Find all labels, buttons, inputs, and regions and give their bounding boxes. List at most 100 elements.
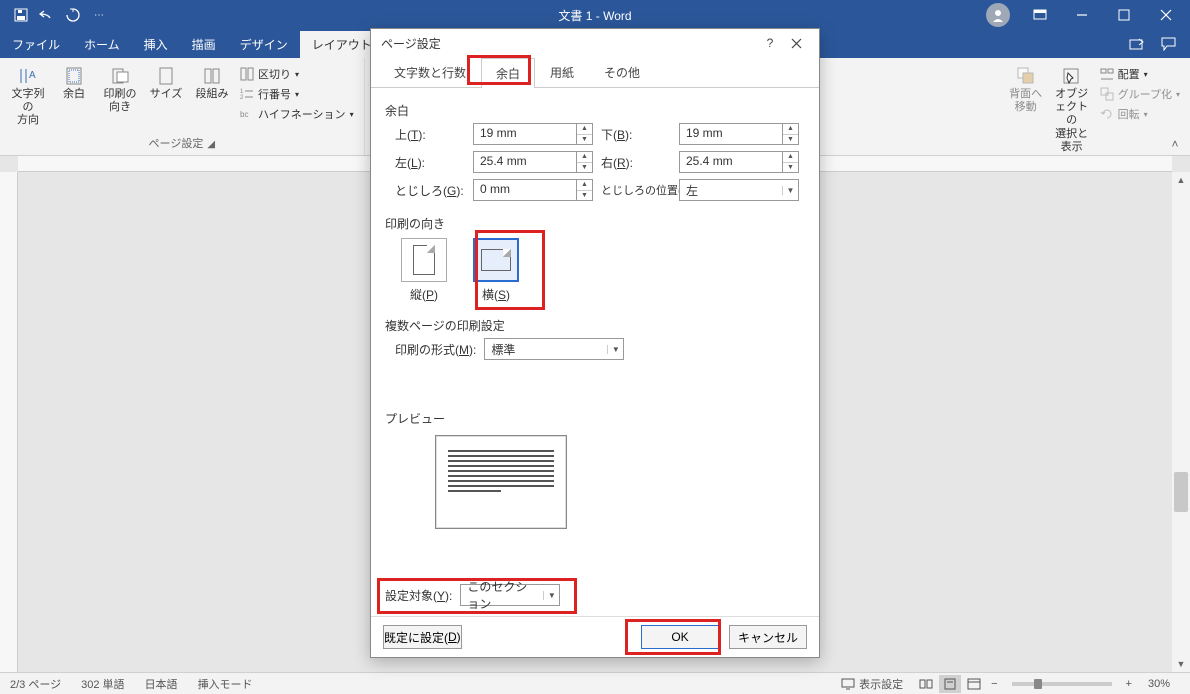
page-setup-group-label: ページ設定 [149, 138, 204, 150]
status-language[interactable]: 日本語 [135, 676, 188, 692]
spin-down-icon[interactable]: ▼ [577, 163, 592, 173]
margin-top-field[interactable]: 19 mm▲▼ [473, 123, 593, 145]
zoom-level[interactable]: 30% [1138, 678, 1180, 690]
dialog-title-bar: ページ設定 ? [371, 29, 819, 57]
status-insert-mode[interactable]: 挿入モード [188, 676, 263, 692]
tab-design[interactable]: デザイン [228, 31, 300, 58]
ribbon-display-options-icon[interactable] [1020, 1, 1060, 29]
rotate-button[interactable]: 回転▾ [1096, 105, 1184, 123]
margin-left-label: 左(L): [395, 154, 465, 171]
ok-button[interactable]: OK [641, 625, 719, 649]
comments-icon[interactable] [1156, 31, 1182, 57]
margin-bottom-label: 下(B): [601, 126, 671, 143]
dialog-tab-margins[interactable]: 余白 [481, 58, 535, 88]
redo-icon[interactable] [60, 2, 86, 28]
chevron-down-icon[interactable]: ▼ [607, 345, 623, 354]
size-button[interactable]: サイズ [144, 62, 188, 103]
multipage-label: 印刷の形式(M): [395, 341, 476, 358]
scroll-up-icon[interactable]: ▲ [1172, 172, 1190, 188]
spin-down-icon[interactable]: ▼ [783, 163, 798, 173]
orientation-landscape-label: 横(S) [482, 286, 510, 303]
tab-draw[interactable]: 描画 [180, 31, 228, 58]
tab-home[interactable]: ホーム [72, 31, 132, 58]
margin-bottom-field[interactable]: 19 mm▲▼ [679, 123, 799, 145]
zoom-in-button[interactable]: + [1122, 678, 1136, 690]
spin-up-icon[interactable]: ▲ [577, 124, 592, 135]
scroll-thumb[interactable] [1174, 472, 1188, 512]
display-settings-button[interactable]: 表示設定 [831, 676, 913, 692]
chevron-down-icon[interactable]: ▼ [782, 186, 798, 195]
margin-right-label: 右(R): [601, 154, 671, 171]
status-word-count[interactable]: 302 単語 [71, 676, 134, 692]
maximize-button[interactable] [1104, 1, 1144, 29]
dialog-help-button[interactable]: ? [757, 31, 783, 55]
collapse-ribbon-icon[interactable]: ˄ [1166, 135, 1184, 153]
svg-text:A: A [29, 70, 36, 81]
spin-up-icon[interactable]: ▲ [577, 152, 592, 163]
multipage-section-label: 複数ページの印刷設定 [385, 317, 805, 334]
margin-top-label: 上(T): [395, 126, 465, 143]
undo-icon[interactable] [34, 2, 60, 28]
status-page[interactable]: 2/3 ページ [0, 676, 71, 692]
view-read-mode-icon[interactable] [915, 675, 937, 693]
view-web-layout-icon[interactable] [963, 675, 985, 693]
spin-up-icon[interactable]: ▲ [783, 152, 798, 163]
orientation-button[interactable]: 印刷の向き [98, 62, 142, 116]
dialog-body: 余白 上(T): 19 mm▲▼ 下(B): 19 mm▲▼ 左(L): 25.… [371, 88, 819, 616]
minimize-button[interactable] [1062, 1, 1102, 29]
line-numbers-button[interactable]: 12行番号▾ [236, 85, 358, 103]
hyphenation-button[interactable]: bcハイフネーション▾ [236, 105, 358, 123]
quick-access-toolbar: ⋯ [0, 2, 112, 28]
orientation-portrait-button[interactable]: 縦(P) [399, 236, 449, 305]
preview-thumbnail [435, 435, 567, 529]
spin-down-icon[interactable]: ▼ [577, 191, 592, 201]
vertical-scrollbar[interactable]: ▲ ▼ [1172, 172, 1190, 672]
zoom-slider[interactable] [1012, 682, 1112, 686]
selection-pane-button[interactable]: オブジェクトの選択と表示 [1050, 62, 1094, 156]
tab-insert[interactable]: 挿入 [132, 31, 180, 58]
margins-button[interactable]: 余白 [52, 62, 96, 103]
orientation-landscape-button[interactable]: 横(S) [471, 236, 521, 305]
dialog-close-button[interactable] [783, 31, 809, 55]
share-icon[interactable] [1124, 31, 1150, 57]
vertical-ruler[interactable] [0, 172, 18, 672]
spin-up-icon[interactable]: ▲ [783, 124, 798, 135]
close-button[interactable] [1146, 1, 1186, 29]
margin-left-field[interactable]: 25.4 mm▲▼ [473, 151, 593, 173]
dialog-tab-other[interactable]: その他 [589, 57, 655, 87]
spin-down-icon[interactable]: ▼ [783, 135, 798, 145]
page-setup-dialog: ページ設定 ? 文字数と行数 余白 用紙 その他 余白 上(T): 19 mm▲… [370, 28, 820, 658]
cancel-button[interactable]: キャンセル [729, 625, 807, 649]
text-direction-button[interactable]: A 文字列の方向 [6, 62, 50, 130]
page-setup-launcher-icon[interactable]: ◢ [207, 139, 215, 150]
tab-file[interactable]: ファイル [0, 31, 72, 58]
multipage-combo[interactable]: 標準▼ [484, 338, 624, 360]
apply-to-combo[interactable]: このセクション▼ [460, 584, 560, 606]
ribbon-group-page-setup: A 文字列の方向 余白 印刷の向き サイズ 段組み 区切り▾ 12行番号▾ [0, 58, 365, 155]
margins-section-label: 余白 [385, 102, 805, 119]
dialog-tab-chars[interactable]: 文字数と行数 [379, 57, 481, 87]
spin-up-icon[interactable]: ▲ [577, 180, 592, 191]
send-backward-button[interactable]: 背面へ移動 [1004, 62, 1048, 116]
gutter-field[interactable]: 0 mm▲▼ [473, 179, 593, 201]
dialog-title: ページ設定 [381, 35, 441, 52]
zoom-out-button[interactable]: − [987, 678, 1001, 690]
scroll-down-icon[interactable]: ▼ [1172, 656, 1190, 672]
dialog-tab-paper[interactable]: 用紙 [535, 57, 589, 87]
columns-button[interactable]: 段組み [190, 62, 234, 103]
gutter-pos-label: とじしろの位置(U): [601, 182, 671, 198]
spin-down-icon[interactable]: ▼ [577, 135, 592, 145]
breaks-button[interactable]: 区切り▾ [236, 65, 358, 83]
set-default-button[interactable]: 既定に設定(D) [383, 625, 462, 649]
save-icon[interactable] [8, 2, 34, 28]
group-button[interactable]: グループ化▾ [1096, 85, 1184, 103]
gutter-pos-combo[interactable]: 左▼ [679, 179, 799, 201]
status-bar: 2/3 ページ 302 単語 日本語 挿入モード 表示設定 − + 30% [0, 672, 1190, 694]
chevron-down-icon[interactable]: ▼ [543, 591, 559, 600]
title-bar: ⋯ 文書 1 - Word [0, 0, 1190, 30]
view-print-layout-icon[interactable] [939, 675, 961, 693]
align-button[interactable]: 配置▾ [1096, 65, 1184, 83]
user-avatar[interactable] [986, 3, 1010, 27]
qat-customize-icon[interactable]: ⋯ [86, 2, 112, 28]
margin-right-field[interactable]: 25.4 mm▲▼ [679, 151, 799, 173]
